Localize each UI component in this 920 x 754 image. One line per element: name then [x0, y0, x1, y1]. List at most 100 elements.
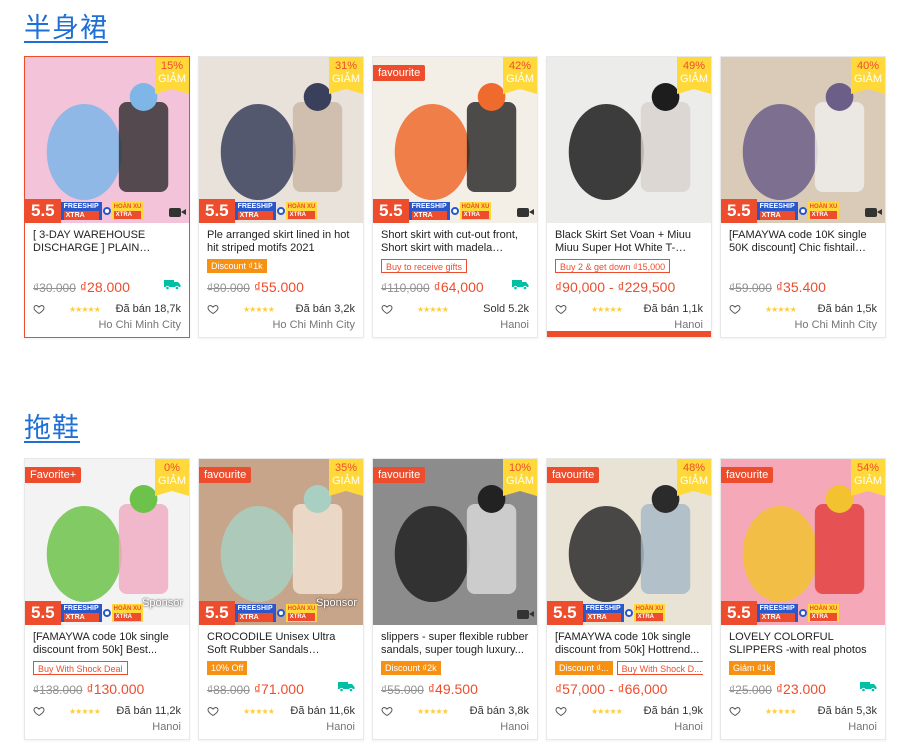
promo-plus-icon: [624, 609, 633, 617]
promo-55-label: 5.5: [721, 601, 757, 625]
product-image[interactable]: favourite 54% GIẢM 5.5 FREESHIP XTRA HOÀN…: [721, 459, 885, 625]
rating-stars-icon: ★★★★★: [243, 706, 275, 716]
promo-55-label: 5.5: [721, 199, 757, 223]
discount-badge: 49% GIẢM: [677, 57, 711, 94]
heart-icon[interactable]: [33, 705, 45, 717]
product-name[interactable]: Short skirt with cut-out front, Short sk…: [381, 229, 529, 255]
discount-label: GIẢM: [679, 475, 709, 487]
heart-icon[interactable]: [729, 705, 741, 717]
product-info: CROCODILE Unisex Ultra Soft Rubber Sanda…: [199, 625, 363, 733]
discount-percent: 40%: [856, 60, 880, 72]
product-card[interactable]: 15% GIẢM 5.5 FREESHIP XTRA HOÀN XU XTRA [ …: [24, 56, 190, 338]
product-image[interactable]: 40% GIẢM 5.5 FREESHIP XTRA HOÀN XU XTRA: [721, 57, 885, 223]
coin-xtra-badge: HOÀN XU XTRA: [111, 202, 144, 220]
shop-location: Hanoi: [500, 721, 529, 733]
product-name[interactable]: [FAMAYWA code 10K single 50K discount] C…: [729, 229, 877, 255]
discount-percent: 48%: [682, 462, 706, 474]
price-row: ₫59.000 ₫35.400: [729, 279, 877, 299]
heart-icon[interactable]: [207, 705, 219, 717]
heart-icon[interactable]: [207, 303, 219, 315]
price-row: ₫138.000 ₫130.000: [33, 681, 181, 701]
product-name[interactable]: LOVELY COLORFUL SLIPPERS -with real phot…: [729, 631, 877, 657]
product-card[interactable]: 40% GIẢM 5.5 FREESHIP XTRA HOÀN XU XTRA [F…: [720, 56, 886, 338]
product-image[interactable]: 31% GIẢM 5.5 FREESHIP XTRA HOÀN XU XTRA: [199, 57, 363, 223]
discount-percent: 15%: [160, 60, 184, 72]
heart-icon[interactable]: [555, 303, 567, 315]
heart-icon[interactable]: [33, 303, 45, 315]
product-image[interactable]: 15% GIẢM 5.5 FREESHIP XTRA HOÀN XU XTRA: [25, 57, 189, 223]
product-tags: Buy to receive gifts: [381, 259, 529, 277]
discount-badge: 0% GIẢM: [155, 459, 189, 496]
sold-count: Đã bán 3,2k: [295, 303, 355, 315]
product-card[interactable]: Favorite+ 0% GIẢM Sponsor 5.5 FREESHIP XT…: [24, 458, 190, 740]
product-info: Black Skirt Set Voan + Miuu Miuu Super H…: [547, 223, 711, 331]
rating-stars-icon: ★★★★★: [765, 706, 797, 716]
price-row: ₫25.000 ₫23.000: [729, 681, 877, 701]
free-shipping-icon: [338, 682, 355, 692]
product-image[interactable]: favourite 35% GIẢM Sponsor 5.5 FREESHIP X…: [199, 459, 363, 625]
heart-icon[interactable]: [555, 705, 567, 717]
sale-price: ₫71.000: [253, 681, 304, 697]
promo-tag: Discount ₫1k: [207, 259, 267, 273]
product-card[interactable]: 31% GIẢM 5.5 FREESHIP XTRA HOÀN XU XTRA Pl…: [198, 56, 364, 338]
freeship-xtra-badge: FREESHIP XTRA: [60, 604, 102, 622]
rating-stars-icon: ★★★★★: [417, 304, 449, 314]
video-icon: [169, 208, 186, 217]
product-card[interactable]: favourite 10% GIẢM slippers - super flex…: [372, 458, 538, 740]
heart-icon[interactable]: [381, 303, 393, 315]
product-tags: [729, 259, 877, 277]
rating-sold-row: ★★★★★ Sold 5.2k: [381, 301, 529, 317]
sold-count: Đã bán 1,1k: [643, 303, 703, 315]
free-shipping-icon: [164, 280, 181, 290]
product-card[interactable]: 49% GIẢM Black Skirt Set Voan + Miuu Miu…: [546, 56, 712, 338]
heart-icon[interactable]: [381, 705, 393, 717]
product-tags: Giảm ₫1k: [729, 661, 877, 679]
product-tags: Discount ₫... Buy With Shock D...: [555, 661, 703, 679]
promo-tag: Buy With Shock Deal: [33, 661, 128, 675]
product-tags: Buy 2 & get down ₫15,000: [555, 259, 703, 277]
coin-xtra-badge: HOÀN XU XTRA: [633, 604, 666, 622]
freeship-xtra-badge: FREESHIP XTRA: [408, 202, 450, 220]
promo-tag: Discount ₫...: [555, 661, 613, 675]
product-name[interactable]: slippers - super flexible rubber sandals…: [381, 631, 529, 657]
product-info: LOVELY COLORFUL SLIPPERS -with real phot…: [721, 625, 885, 733]
discount-percent: 42%: [508, 60, 532, 72]
product-name[interactable]: [ 3-DAY WAREHOUSE DISCHARGE ] PLAIN TENN…: [33, 229, 181, 255]
product-name[interactable]: [FAMAYWA code 10k single discount from 5…: [33, 631, 181, 657]
shop-location: Ho Chi Minh City: [794, 319, 877, 331]
shop-location: Hanoi: [848, 721, 877, 733]
product-name[interactable]: Ple arranged skirt lined in hot hit stri…: [207, 229, 355, 255]
product-card[interactable]: favourite 48% GIẢM 5.5 FREESHIP XTRA HOÀN…: [546, 458, 712, 740]
section-title-skirts[interactable]: 半身裙: [24, 6, 108, 45]
rating-stars-icon: ★★★★★: [591, 304, 623, 314]
rating-sold-row: ★★★★★ Đã bán 1,9k: [555, 703, 703, 719]
product-image[interactable]: favourite 48% GIẢM 5.5 FREESHIP XTRA HOÀN…: [547, 459, 711, 625]
price-row: ₫88.000 ₫71.000: [207, 681, 355, 701]
promo-plus-icon: [276, 207, 285, 215]
product-image[interactable]: 49% GIẢM: [547, 57, 711, 223]
sold-count: Đã bán 18,7k: [115, 303, 181, 315]
sale-price: ₫90,000 - ₫229,500: [555, 279, 676, 295]
product-info: [FAMAYWA code 10k single discount from 5…: [25, 625, 189, 733]
rating-stars-icon: ★★★★★: [243, 304, 275, 314]
heart-icon[interactable]: [729, 303, 741, 315]
product-name[interactable]: Black Skirt Set Voan + Miuu Miuu Super H…: [555, 229, 703, 255]
favourite-label: favourite: [547, 467, 600, 483]
freeship-xtra-badge: FREESHIP XTRA: [234, 604, 276, 622]
product-card[interactable]: favourite 54% GIẢM 5.5 FREESHIP XTRA HOÀN…: [720, 458, 886, 740]
original-price: ₫30.000: [33, 281, 76, 295]
product-card[interactable]: favourite 42% GIẢM 5.5 FREESHIP XTRA HOÀN…: [372, 56, 538, 338]
sale-price: ₫55.000: [253, 279, 304, 295]
product-name[interactable]: [FAMAYWA code 10k single discount from 5…: [555, 631, 703, 657]
product-card[interactable]: favourite 35% GIẢM Sponsor 5.5 FREESHIP X…: [198, 458, 364, 740]
free-shipping-icon: [512, 280, 529, 290]
product-image[interactable]: favourite 42% GIẢM 5.5 FREESHIP XTRA HOÀN…: [373, 57, 537, 223]
section-title-slippers[interactable]: 拖鞋: [24, 406, 80, 445]
shop-location: Ho Chi Minh City: [272, 319, 355, 331]
product-name[interactable]: CROCODILE Unisex Ultra Soft Rubber Sanda…: [207, 631, 355, 657]
sold-count: Đã bán 5,3k: [817, 705, 877, 717]
video-icon: [865, 208, 882, 217]
product-image[interactable]: Favorite+ 0% GIẢM Sponsor 5.5 FREESHIP XT…: [25, 459, 189, 625]
product-image[interactable]: favourite 10% GIẢM: [373, 459, 537, 625]
coin-xtra-badge: HOÀN XU XTRA: [807, 202, 840, 220]
